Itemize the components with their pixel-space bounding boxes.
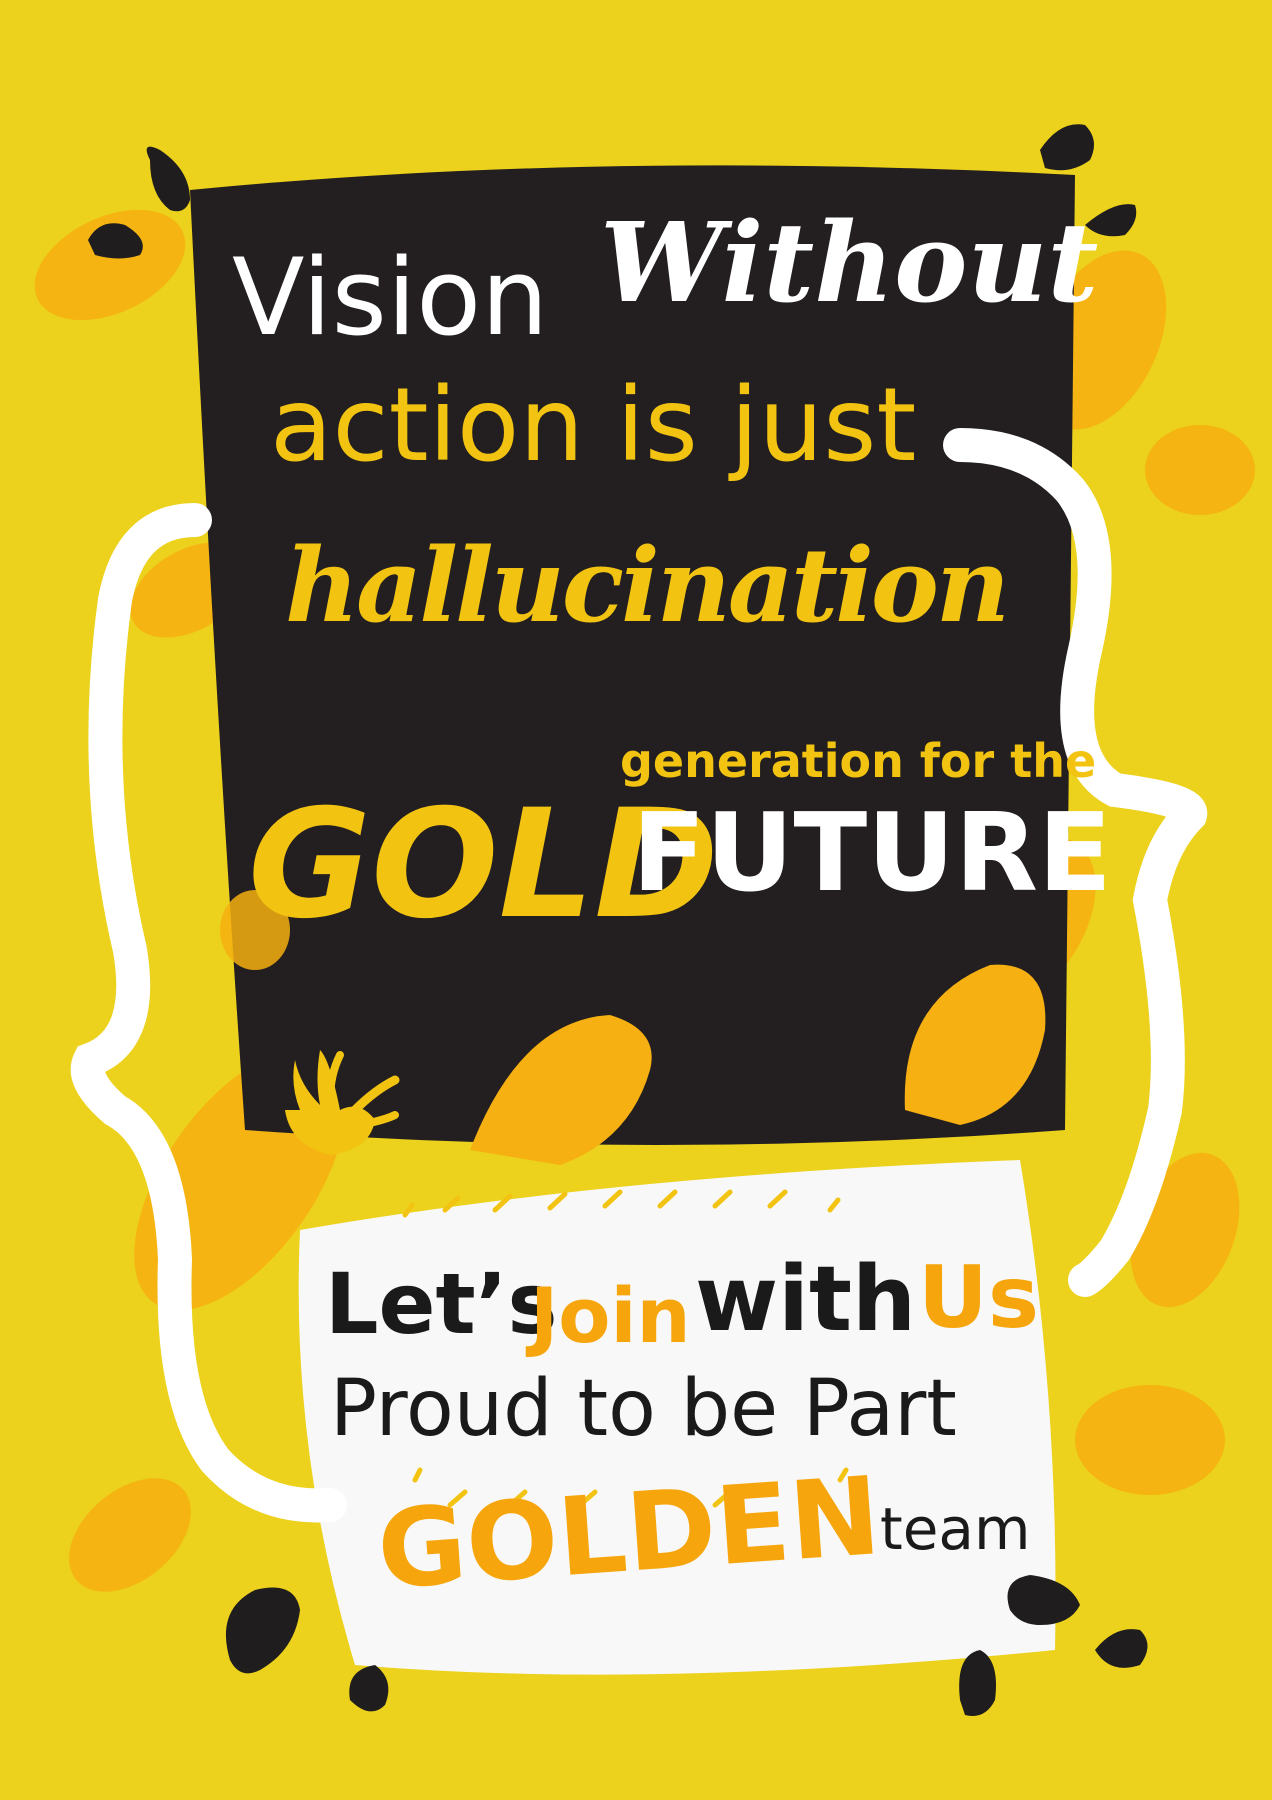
cta-team: team	[880, 1495, 1031, 1563]
headline-hallucination: hallucination	[285, 526, 1010, 646]
headline-without: Without	[600, 198, 1099, 327]
cta-proud: Proud to be Part	[330, 1364, 957, 1454]
headline-generation: generation for the	[620, 734, 1097, 788]
headline-action: action is just	[270, 366, 917, 485]
cta-with: with	[695, 1247, 917, 1352]
headline-future: FUTURE	[632, 791, 1112, 916]
headline-vision: Vision	[232, 236, 549, 359]
cta-lets: Let’s	[325, 1255, 558, 1353]
cta-us: Us	[918, 1248, 1040, 1348]
cta-join: Join	[530, 1271, 691, 1360]
